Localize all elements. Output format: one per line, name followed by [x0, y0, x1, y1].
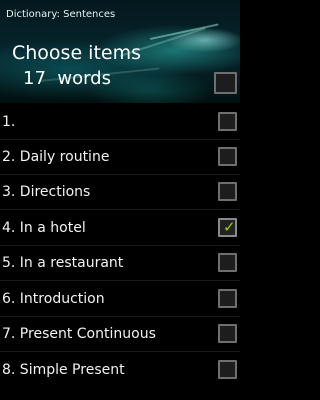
item-checkbox[interactable] [218, 182, 237, 201]
list-item[interactable]: 8. Simple Present [0, 353, 240, 388]
divider [0, 209, 240, 210]
list-item-label: 2. Daily routine [2, 149, 110, 165]
app-title: Dictionary: Sentences [6, 9, 116, 20]
list-item-label: 8. Simple Present [2, 362, 125, 378]
list-item[interactable]: 4. In a hotel ✓ [0, 211, 240, 246]
item-checkbox[interactable] [218, 324, 237, 343]
header-banner: Dictionary: Sentences Choose items 17 wo… [0, 0, 240, 103]
item-checkbox[interactable] [218, 289, 237, 308]
divider [0, 351, 240, 352]
list-item[interactable]: 5. In a restaurant [0, 246, 240, 281]
list-item[interactable]: 6. Introduction [0, 282, 240, 317]
list-item-label: 1. [2, 114, 16, 130]
word-count: 17 words [23, 68, 111, 89]
divider [0, 280, 240, 281]
item-checkbox[interactable] [218, 360, 237, 379]
item-checkbox[interactable]: ✓ [218, 218, 237, 237]
list-item[interactable]: 7. Present Continuous [0, 317, 240, 352]
aurora-streak [149, 23, 219, 40]
list-item[interactable]: 1. [0, 105, 240, 140]
list-item[interactable]: 3. Directions [0, 175, 240, 210]
list-item-label: 6. Introduction [2, 291, 105, 307]
list-item[interactable]: 2. Daily routine [0, 140, 240, 175]
item-checkbox[interactable] [218, 147, 237, 166]
page-title: Choose items [12, 42, 142, 64]
list-item-label: 3. Directions [2, 184, 91, 200]
check-icon: ✓ [223, 218, 236, 236]
list-item-label: 7. Present Continuous [2, 326, 156, 342]
select-all-checkbox[interactable] [214, 72, 237, 94]
list-item-label: 4. In a hotel [2, 220, 86, 236]
item-checkbox[interactable] [218, 112, 237, 131]
item-checkbox[interactable] [218, 253, 237, 272]
list-item-label: 5. In a restaurant [2, 255, 124, 271]
